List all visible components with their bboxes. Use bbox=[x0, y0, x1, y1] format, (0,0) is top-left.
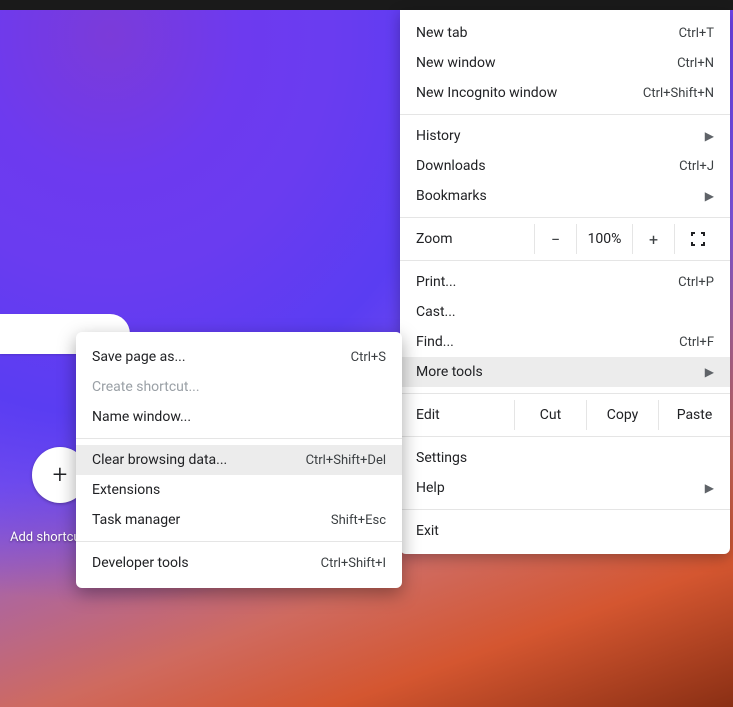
menu-item-label: History bbox=[416, 128, 697, 144]
menu-item-shortcut: Ctrl+T bbox=[679, 26, 714, 41]
zoom-controls: − 100% + bbox=[534, 224, 720, 254]
submenu-chevron-icon: ▶ bbox=[705, 129, 714, 143]
menu-item-label: Exit bbox=[416, 523, 714, 539]
fullscreen-button[interactable] bbox=[674, 224, 720, 254]
menu-item-label: New window bbox=[416, 55, 677, 71]
sub-create-shortcut[interactable]: Create shortcut... bbox=[76, 372, 402, 402]
menu-item-label: Cast... bbox=[416, 304, 714, 320]
submenu-item-label: Name window... bbox=[92, 409, 386, 425]
menu-settings[interactable]: Settings bbox=[400, 443, 730, 473]
menu-cast[interactable]: Cast... bbox=[400, 297, 730, 327]
submenu-item-shortcut: Ctrl+S bbox=[351, 350, 386, 365]
submenu-item-label: Extensions bbox=[92, 482, 386, 498]
menu-item-shortcut: Ctrl+Shift+N bbox=[643, 86, 714, 101]
paste-button[interactable]: Paste bbox=[658, 400, 730, 430]
submenu-chevron-icon: ▶ bbox=[705, 365, 714, 379]
zoom-label: Zoom bbox=[416, 231, 534, 247]
desktop-background: + Add shortcut New tab Ctrl+T New window… bbox=[0, 0, 733, 707]
submenu-item-shortcut: Shift+Esc bbox=[331, 513, 386, 528]
menu-separator bbox=[400, 436, 730, 437]
submenu-item-shortcut: Ctrl+Shift+Del bbox=[306, 453, 386, 468]
chrome-menu: New tab Ctrl+T New window Ctrl+N New Inc… bbox=[400, 10, 730, 554]
menu-edit-row: Edit Cut Copy Paste bbox=[400, 400, 730, 430]
menu-new-tab[interactable]: New tab Ctrl+T bbox=[400, 18, 730, 48]
menu-separator bbox=[400, 114, 730, 115]
copy-button[interactable]: Copy bbox=[586, 400, 658, 430]
sub-clear-browsing-data[interactable]: Clear browsing data... Ctrl+Shift+Del bbox=[76, 445, 402, 475]
zoom-in-button[interactable]: + bbox=[632, 224, 674, 254]
sub-save-page[interactable]: Save page as... Ctrl+S bbox=[76, 342, 402, 372]
menu-item-label: Find... bbox=[416, 334, 679, 350]
sub-task-manager[interactable]: Task manager Shift+Esc bbox=[76, 505, 402, 535]
zoom-out-button[interactable]: − bbox=[534, 224, 576, 254]
menu-find[interactable]: Find... Ctrl+F bbox=[400, 327, 730, 357]
menu-item-label: Help bbox=[416, 480, 697, 496]
sub-name-window[interactable]: Name window... bbox=[76, 402, 402, 432]
submenu-chevron-icon: ▶ bbox=[705, 481, 714, 495]
zoom-value: 100% bbox=[576, 224, 632, 254]
fullscreen-icon bbox=[691, 232, 705, 246]
submenu-item-label: Task manager bbox=[92, 512, 331, 528]
menu-item-shortcut: Ctrl+F bbox=[679, 335, 714, 350]
menu-separator bbox=[400, 509, 730, 510]
add-shortcut-label: Add shortcut bbox=[10, 530, 85, 545]
window-titlebar bbox=[0, 0, 733, 10]
menu-item-label: Print... bbox=[416, 274, 678, 290]
menu-zoom-row: Zoom − 100% + bbox=[400, 224, 730, 254]
menu-item-label: Bookmarks bbox=[416, 188, 697, 204]
menu-item-shortcut: Ctrl+J bbox=[679, 159, 714, 174]
menu-downloads[interactable]: Downloads Ctrl+J bbox=[400, 151, 730, 181]
submenu-item-label: Create shortcut... bbox=[92, 379, 386, 395]
edit-label: Edit bbox=[416, 407, 514, 423]
menu-new-incognito[interactable]: New Incognito window Ctrl+Shift+N bbox=[400, 78, 730, 108]
menu-separator bbox=[400, 393, 730, 394]
menu-more-tools[interactable]: More tools ▶ bbox=[400, 357, 730, 387]
submenu-separator bbox=[76, 541, 402, 542]
submenu-item-label: Save page as... bbox=[92, 349, 351, 365]
menu-print[interactable]: Print... Ctrl+P bbox=[400, 267, 730, 297]
menu-item-label: New Incognito window bbox=[416, 85, 643, 101]
more-tools-submenu: Save page as... Ctrl+S Create shortcut..… bbox=[76, 332, 402, 588]
menu-item-label: Downloads bbox=[416, 158, 679, 174]
menu-new-window[interactable]: New window Ctrl+N bbox=[400, 48, 730, 78]
menu-bookmarks[interactable]: Bookmarks ▶ bbox=[400, 181, 730, 211]
menu-exit[interactable]: Exit bbox=[400, 516, 730, 546]
menu-history[interactable]: History ▶ bbox=[400, 121, 730, 151]
submenu-item-shortcut: Ctrl+Shift+I bbox=[321, 556, 386, 571]
menu-item-shortcut: Ctrl+N bbox=[677, 56, 714, 71]
submenu-item-label: Developer tools bbox=[92, 555, 321, 571]
submenu-separator bbox=[76, 438, 402, 439]
plus-icon: + bbox=[53, 460, 68, 490]
submenu-chevron-icon: ▶ bbox=[705, 189, 714, 203]
menu-separator bbox=[400, 217, 730, 218]
menu-item-label: New tab bbox=[416, 25, 679, 41]
menu-help[interactable]: Help ▶ bbox=[400, 473, 730, 503]
menu-item-label: More tools bbox=[416, 364, 697, 380]
submenu-item-label: Clear browsing data... bbox=[92, 452, 306, 468]
sub-extensions[interactable]: Extensions bbox=[76, 475, 402, 505]
menu-item-label: Settings bbox=[416, 450, 714, 466]
sub-developer-tools[interactable]: Developer tools Ctrl+Shift+I bbox=[76, 548, 402, 578]
menu-separator bbox=[400, 260, 730, 261]
menu-item-shortcut: Ctrl+P bbox=[678, 275, 714, 290]
cut-button[interactable]: Cut bbox=[514, 400, 586, 430]
